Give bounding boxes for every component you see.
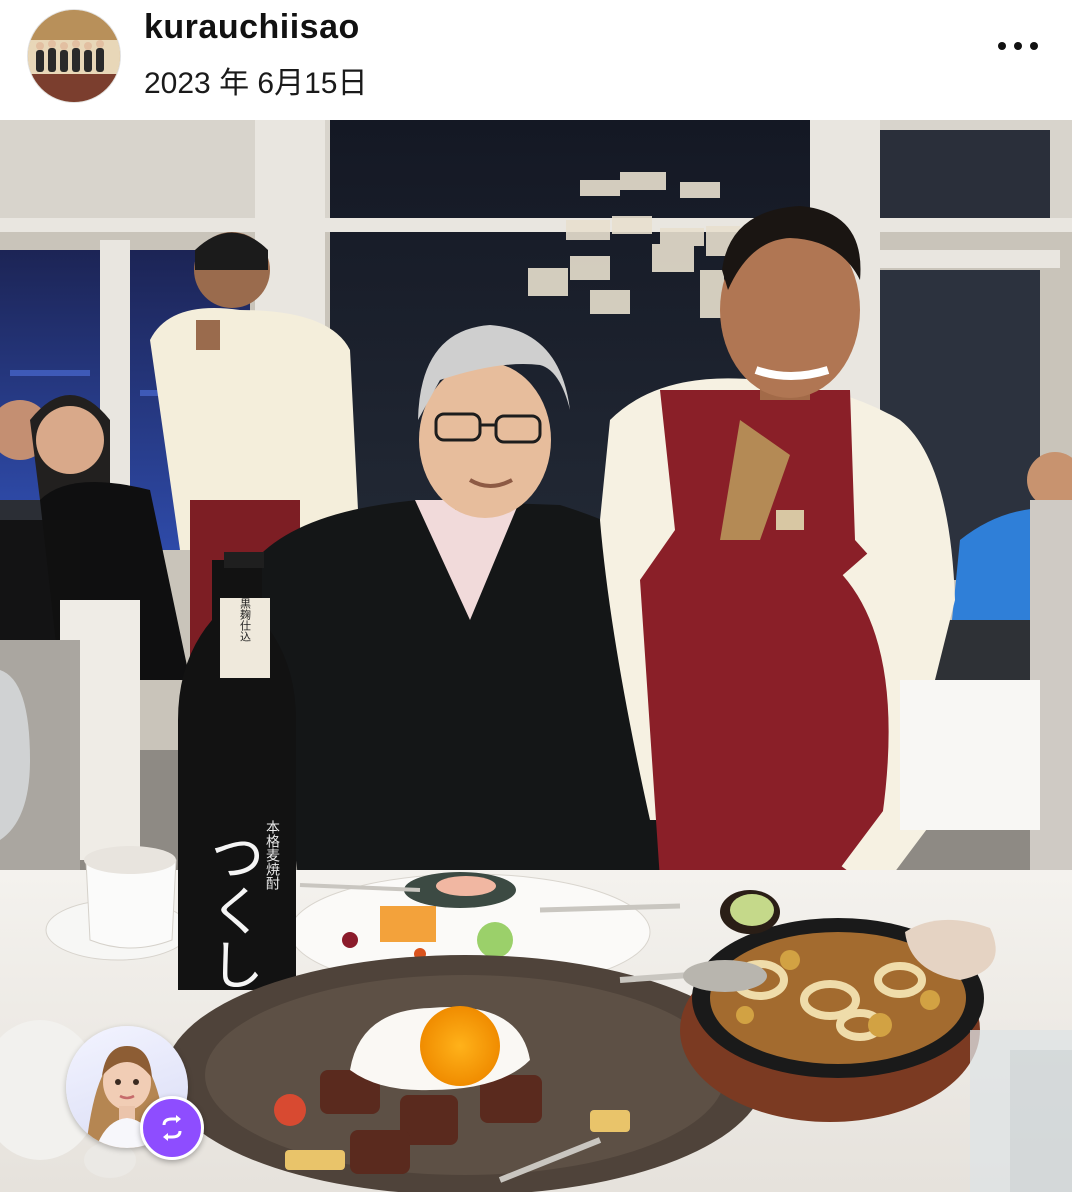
group-photo-thumbnail xyxy=(28,10,120,102)
restaurant-dinner-photo: 黒麹仕込 本格麦焼酎 つくし xyxy=(0,120,1072,1192)
remix-button[interactable] xyxy=(140,1096,204,1160)
repost-arrows-icon xyxy=(162,1115,182,1141)
bottle-label-top: 黒麹仕込 xyxy=(239,598,252,642)
more-horizontal-icon xyxy=(998,42,1038,50)
bottle-brand: つくし xyxy=(201,829,264,991)
bottle-label-side: 本格麦焼酎 xyxy=(264,820,280,890)
username[interactable]: kurauchiisao xyxy=(144,8,360,47)
post-date: 2023 年 6月15日 xyxy=(144,67,368,100)
post-photo[interactable]: 黒麹仕込 本格麦焼酎 つくし xyxy=(0,120,1072,1192)
feed-divider xyxy=(0,1192,1072,1200)
profile-avatar[interactable] xyxy=(28,10,120,102)
post-header: kurauchiisao 2023 年 6月15日 xyxy=(0,0,1072,120)
main-dish-plate xyxy=(165,955,765,1192)
egg-yolk xyxy=(420,1006,500,1086)
more-options-button[interactable] xyxy=(986,28,1050,64)
